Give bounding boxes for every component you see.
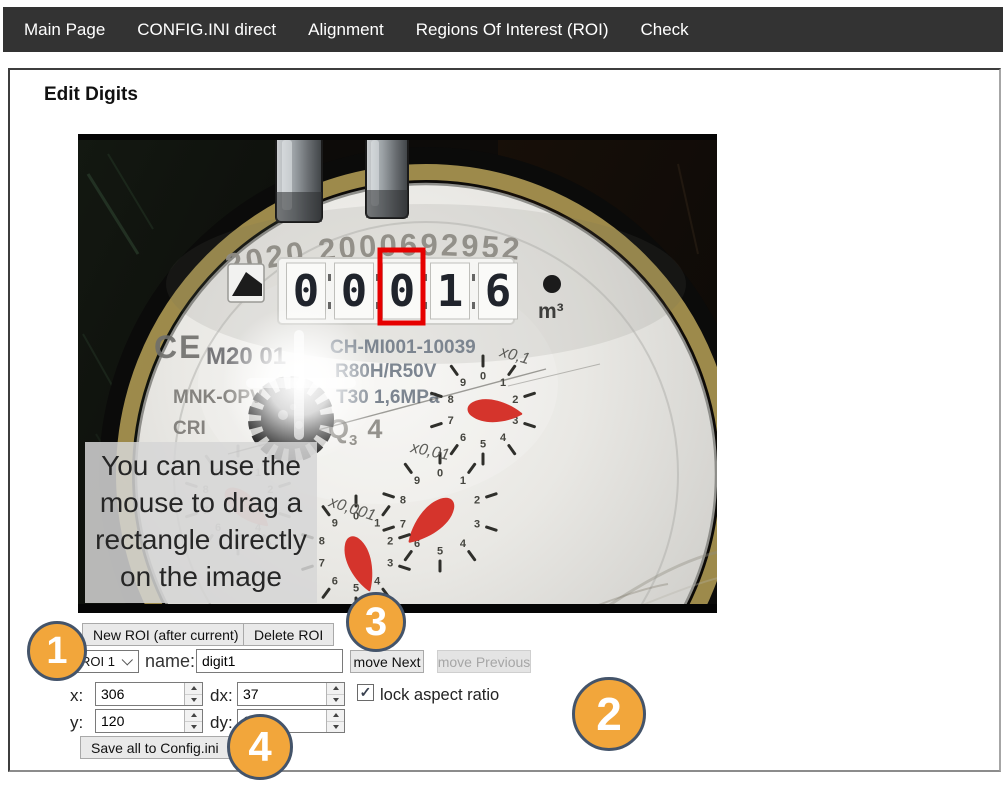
spin-down-icon[interactable]: [191, 725, 197, 729]
x-input[interactable]: [96, 683, 184, 705]
x-label: x:: [70, 686, 83, 706]
svg-text:8: 8: [319, 535, 325, 547]
svg-text:9: 9: [414, 475, 420, 487]
dx-input[interactable]: [238, 683, 326, 705]
overlay-line: rectangle directly: [95, 524, 307, 555]
odometer-digit: 0: [341, 266, 368, 317]
x-stepper: [95, 682, 203, 706]
overlay-line: on the image: [120, 561, 282, 592]
svg-text:8: 8: [400, 494, 406, 506]
brand-mark-2: CRI: [173, 418, 206, 439]
y-label: y:: [70, 713, 83, 733]
svg-text:2: 2: [387, 535, 393, 547]
nav-main-page[interactable]: Main Page: [24, 20, 105, 40]
svg-text:2: 2: [474, 494, 480, 506]
page: Main Page CONFIG.INI direct Alignment Re…: [0, 0, 1008, 790]
nav-config-ini[interactable]: CONFIG.INI direct: [137, 20, 276, 40]
spin-up-icon[interactable]: [191, 713, 197, 717]
y-spinner[interactable]: [184, 710, 202, 732]
lock-aspect-label: lock aspect ratio: [380, 686, 499, 705]
annotation-circle-4: 4: [227, 714, 293, 780]
svg-text:7: 7: [448, 415, 454, 427]
annotation-circle-3: 3: [346, 592, 406, 652]
name-label: name:: [145, 651, 195, 672]
chevron-down-icon: [122, 654, 133, 665]
dx-stepper: [237, 682, 345, 706]
dx-label: dx:: [210, 686, 233, 706]
overlay-line: You can use the: [101, 450, 301, 481]
page-title: Edit Digits: [44, 84, 138, 106]
nav-roi[interactable]: Regions Of Interest (ROI): [416, 20, 609, 40]
y-input[interactable]: [96, 710, 184, 732]
lock-aspect-checkbox[interactable]: ✓: [357, 684, 374, 701]
new-roi-button[interactable]: New ROI (after current): [82, 623, 249, 646]
delete-roi-button[interactable]: Delete ROI: [243, 623, 334, 646]
overlay-line: mouse to drag a: [100, 487, 303, 518]
nav-alignment[interactable]: Alignment: [308, 20, 384, 40]
svg-text:4: 4: [374, 576, 381, 588]
spin-down-icon[interactable]: [333, 698, 339, 702]
odometer-digit: 1: [437, 266, 464, 317]
odometer-digit: 6: [485, 266, 512, 317]
svg-text:6: 6: [332, 576, 338, 588]
svg-text:5: 5: [480, 439, 486, 451]
dy-spinner[interactable]: [326, 710, 344, 732]
svg-text:3: 3: [474, 519, 480, 531]
svg-text:8: 8: [448, 394, 454, 406]
svg-text:1: 1: [374, 517, 380, 529]
svg-text:1: 1: [460, 475, 466, 487]
svg-text:0: 0: [480, 371, 486, 383]
svg-text:3: 3: [387, 558, 393, 570]
spin-down-icon[interactable]: [191, 698, 197, 702]
move-next-button[interactable]: move Next: [350, 650, 424, 673]
svg-text:7: 7: [319, 558, 325, 570]
ce-mark: CE: [154, 329, 202, 365]
y-stepper: [95, 709, 203, 733]
spin-down-icon[interactable]: [333, 725, 339, 729]
svg-text:5: 5: [353, 583, 359, 595]
top-navigation: Main Page CONFIG.INI direct Alignment Re…: [3, 7, 1003, 52]
svg-text:9: 9: [460, 377, 466, 389]
spin-up-icon[interactable]: [333, 713, 339, 717]
svg-text:4: 4: [460, 538, 467, 550]
spin-up-icon[interactable]: [191, 686, 197, 690]
dy-label: dy:: [210, 713, 233, 733]
svg-text:1: 1: [500, 377, 506, 389]
svg-text:2: 2: [512, 394, 518, 406]
save-config-button[interactable]: Save all to Config.ini: [80, 736, 230, 759]
svg-text:5: 5: [437, 546, 443, 558]
svg-text:4: 4: [500, 432, 507, 444]
nav-check[interactable]: Check: [640, 20, 688, 40]
spin-up-icon[interactable]: [333, 686, 339, 690]
overlay-hint: You can use the mouse to drag a rectangl…: [85, 442, 317, 603]
svg-text:7: 7: [400, 519, 406, 531]
unit-label: m³: [538, 300, 564, 323]
svg-text:6: 6: [460, 432, 466, 444]
svg-text:9: 9: [332, 517, 338, 529]
x-spinner[interactable]: [184, 683, 202, 705]
light-flare: [222, 306, 378, 462]
annotation-circle-2: 2: [572, 677, 646, 751]
check-icon: ✓: [360, 684, 372, 701]
svg-text:0: 0: [437, 468, 443, 480]
odometer-digit: 0: [389, 266, 416, 317]
meter-image[interactable]: 2020 2000692952 0 0 0 1 6 m³: [78, 134, 717, 613]
move-previous-button[interactable]: move Previous: [437, 650, 531, 673]
dx-spinner[interactable]: [326, 683, 344, 705]
name-input[interactable]: [196, 649, 343, 673]
annotation-circle-1: 1: [27, 621, 87, 681]
